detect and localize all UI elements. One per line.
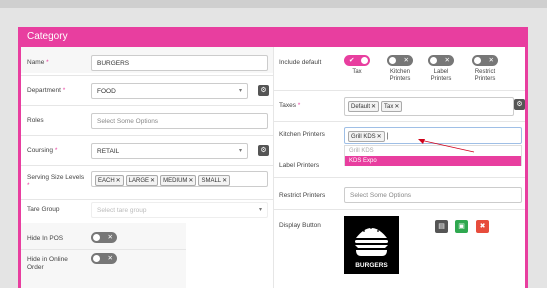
tag-small: SMALL✕ <box>198 175 231 186</box>
coursing-label: Coursing * <box>27 147 58 154</box>
coursing-select[interactable]: RETAIL ▾ <box>91 143 248 159</box>
delete-image-button[interactable]: ✖ <box>476 220 489 233</box>
tare-group-select[interactable]: Select tare group ▾ <box>91 202 268 218</box>
file-icon: ▤ <box>438 223 445 230</box>
roles-select[interactable]: Select Some Options <box>91 113 268 129</box>
annotation-arrow <box>418 139 475 153</box>
gear-icon: ⚙ <box>516 101 523 108</box>
category-panel: Category Name * BURGERS Department * FOO… <box>18 27 528 288</box>
app-frame: Category Name * BURGERS Department * FOO… <box>0 0 547 288</box>
option-kds-expo[interactable]: KDS Expo <box>345 156 521 166</box>
tag-grill-kds: Grill KDS✕ <box>348 131 385 142</box>
edit-image-button[interactable]: ▤ <box>435 220 448 233</box>
close-icon[interactable]: ✕ <box>150 178 155 184</box>
close-icon: ✕ <box>488 57 494 64</box>
taxes-label: Taxes * <box>279 102 301 109</box>
tare-group-label: Tare Group <box>27 206 60 213</box>
restrict-printers-toggle-label: Restrict Printers <box>474 69 496 82</box>
close-icon: ✕ <box>444 57 450 64</box>
chevron-down-icon: ▾ <box>238 88 242 94</box>
restrict-printers-toggle[interactable]: ✕ <box>472 55 498 66</box>
tax-toggle[interactable]: ✔ <box>344 55 370 66</box>
tag-large: LARGE✕ <box>125 175 159 186</box>
taxes-select[interactable]: Default✕ Tax✕ <box>344 97 514 116</box>
serving-size-select[interactable]: EACH✕ LARGE✕ MEDIUM✕ SMALL✕ <box>91 171 268 187</box>
hide-pos-toggle[interactable]: ✕ <box>91 232 117 243</box>
gear-icon: ⚙ <box>260 147 267 154</box>
name-label: Name * <box>27 59 49 66</box>
hide-pos-label: Hide In POS <box>27 235 64 242</box>
check-icon: ✔ <box>349 57 355 64</box>
restrict-printers-select[interactable]: Select Some Options <box>344 187 522 203</box>
upload-image-button[interactable]: ▣ <box>455 220 468 233</box>
kitchen-printers-toggle-label: Kitchen Printers <box>389 69 411 82</box>
display-button-image: BURGERS <box>344 216 399 274</box>
chevron-down-icon: ▾ <box>238 148 242 154</box>
chevron-down-icon: ▾ <box>258 207 262 213</box>
restrict-printers-label: Restrict Printers <box>279 192 326 199</box>
kitchen-printers-label: Kitchen Printers <box>279 131 325 138</box>
label-printers-label: Label Printers <box>279 162 320 169</box>
serving-size-label: Serving Size Levels * <box>27 174 85 189</box>
label-printers-toggle[interactable]: ✕ <box>428 55 454 66</box>
display-button-text: BURGERS <box>355 262 388 269</box>
gear-icon: ⚙ <box>260 87 267 94</box>
close-icon: ✕ <box>107 234 113 241</box>
hide-online-label: Hide in Online Order <box>27 256 68 271</box>
hide-online-toggle[interactable]: ✕ <box>91 253 117 264</box>
close-icon[interactable]: ✕ <box>371 104 376 110</box>
browser-top-bar <box>0 0 547 8</box>
include-default-label: Include default <box>279 59 322 66</box>
kitchen-printers-toggle[interactable]: ✕ <box>387 55 413 66</box>
close-icon: ✖ <box>479 223 486 230</box>
taxes-settings-button[interactable]: ⚙ <box>514 99 525 110</box>
close-icon[interactable]: ✕ <box>188 178 193 184</box>
coursing-settings-button[interactable]: ⚙ <box>258 145 269 156</box>
burger-icon <box>355 227 388 256</box>
tag-medium: MEDIUM✕ <box>160 175 197 186</box>
tag-each: EACH✕ <box>95 175 124 186</box>
label-printers-toggle-label: Label Printers <box>430 69 452 82</box>
close-icon[interactable]: ✕ <box>394 104 399 110</box>
department-select[interactable]: FOOD ▾ <box>91 83 248 99</box>
tag-default: Default✕ <box>348 101 380 112</box>
tax-toggle-label: Tax <box>352 69 362 75</box>
close-icon: ✕ <box>107 255 113 262</box>
page-title: Category <box>21 27 525 47</box>
image-icon: ▣ <box>458 223 465 230</box>
roles-label: Roles <box>27 117 44 124</box>
department-label: Department * <box>27 87 66 94</box>
text-cursor: | <box>386 133 389 140</box>
tag-tax: Tax✕ <box>381 101 403 112</box>
close-icon[interactable]: ✕ <box>377 134 382 140</box>
name-field[interactable]: BURGERS <box>91 55 268 71</box>
display-button-label: Display Button <box>279 222 321 229</box>
close-icon[interactable]: ✕ <box>116 178 121 184</box>
department-settings-button[interactable]: ⚙ <box>258 85 269 96</box>
close-icon: ✕ <box>403 57 409 64</box>
close-icon[interactable]: ✕ <box>222 178 227 184</box>
